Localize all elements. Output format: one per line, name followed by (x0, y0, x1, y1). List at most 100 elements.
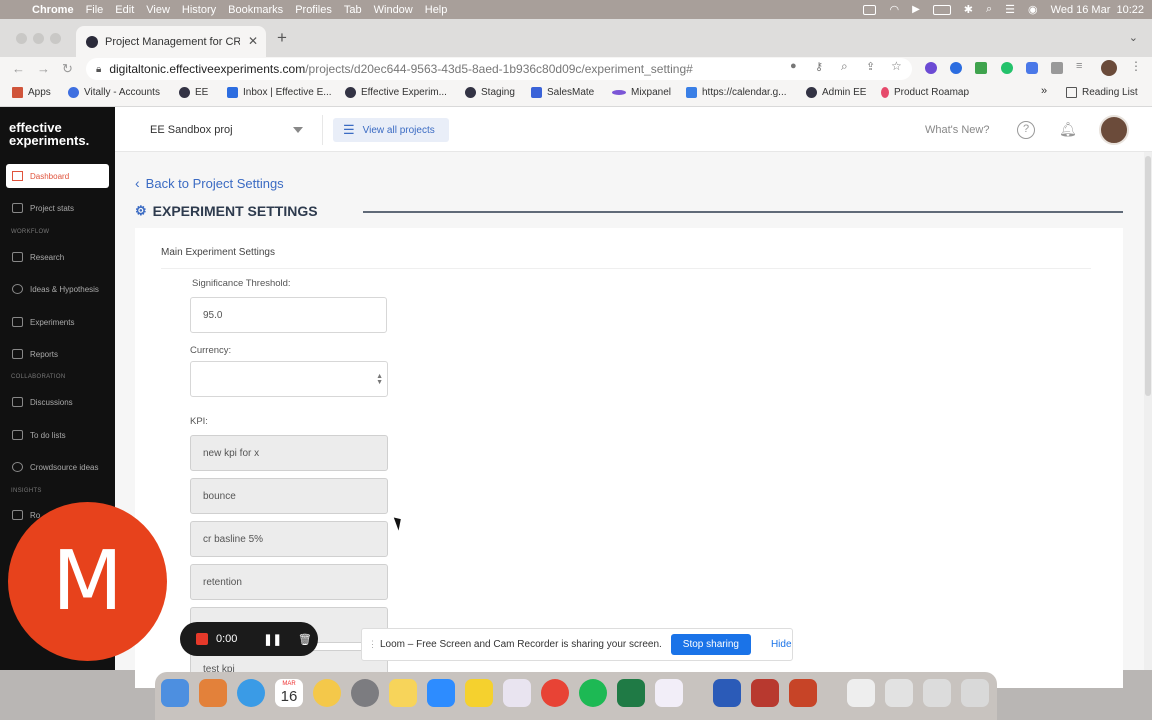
bell-icon[interactable]: 🔔︎ (1059, 121, 1077, 139)
bookmark-staging[interactable]: Staging (465, 87, 515, 98)
photos-icon[interactable] (313, 679, 341, 707)
wifi-icon[interactable]: ◠ (889, 3, 899, 16)
screen-record-icon[interactable] (863, 4, 877, 15)
sidebar-item-crowdsource[interactable]: Crowdsource ideas (12, 462, 98, 472)
menu-window[interactable]: Window (374, 4, 413, 16)
battery-icon[interactable] (932, 4, 951, 15)
notes-icon[interactable] (389, 679, 417, 707)
spotlight-icon[interactable]: ⌕ (986, 3, 992, 16)
bookmark-product-roamap[interactable]: Product Roamap (881, 87, 969, 98)
bookmark-vitally[interactable]: Vitally - Accounts (68, 87, 160, 98)
miro-icon[interactable] (465, 679, 493, 707)
window-close-button[interactable] (16, 33, 27, 44)
siri-icon[interactable]: ◉ (1028, 3, 1038, 16)
stop-sharing-button[interactable]: Stop sharing (670, 634, 751, 655)
word-icon[interactable] (713, 679, 741, 707)
menu-history[interactable]: History (182, 4, 216, 16)
spotify-icon[interactable] (579, 679, 607, 707)
bookmark-admin-ee[interactable]: Admin EE (806, 87, 866, 98)
downloads-stack-icon[interactable] (923, 679, 951, 707)
user-avatar[interactable] (1099, 115, 1129, 145)
extension-icon-2[interactable] (950, 62, 962, 74)
tab-search-chevron-icon[interactable]: ⌄ (1129, 31, 1138, 44)
launchpad-icon[interactable] (199, 679, 227, 707)
bookmark-apps[interactable]: Apps (12, 87, 51, 98)
forward-arrow-icon[interactable]: → (37, 61, 50, 76)
reload-icon[interactable]: ↻ (62, 61, 73, 77)
browser-tab-active[interactable]: Project Management for CRO ✕ (76, 26, 266, 57)
menu-view[interactable]: View (146, 4, 170, 16)
tab-close-icon[interactable]: ✕ (248, 34, 258, 48)
menu-profiles[interactable]: Profiles (295, 4, 332, 16)
help-icon[interactable]: ? (1017, 121, 1035, 139)
sidebar-item-dashboard[interactable]: Dashboard (6, 164, 109, 188)
reading-list-button[interactable]: Reading List (1066, 87, 1138, 98)
bookmark-ee[interactable]: EE (179, 87, 208, 98)
trash-icon[interactable] (961, 679, 989, 707)
extension-icon-5[interactable] (1026, 62, 1038, 74)
view-all-projects-button[interactable]: ☰ View all projects (333, 118, 449, 142)
powerpoint-icon[interactable] (789, 679, 817, 707)
trash-icon[interactable]: 🗑︎ (298, 633, 312, 646)
microphone-icon[interactable]: ● (790, 60, 802, 72)
bookmark-calendar[interactable]: https://calendar.g... (686, 87, 787, 98)
calendar-icon[interactable]: MAR 16 (275, 679, 303, 707)
back-to-project-settings-link[interactable]: ‹ Back to Project Settings (135, 175, 284, 191)
drag-handle-icon[interactable]: ⋮ (368, 639, 377, 650)
clickup-icon[interactable] (655, 679, 683, 707)
new-tab-icon[interactable]: + (277, 28, 287, 48)
sidebar-item-project-stats[interactable]: Project stats (12, 203, 74, 213)
window-zoom-button[interactable] (50, 33, 61, 44)
menu-chrome[interactable]: Chrome (32, 4, 74, 16)
reading-mode-icon[interactable]: ≡ (1076, 60, 1088, 72)
address-bar[interactable]: 🔒︎ digitaltonic.effectiveexperiments.com… (86, 58, 912, 80)
menu-edit[interactable]: Edit (115, 4, 134, 16)
kpi-item[interactable]: new kpi for x (190, 435, 388, 471)
screenshot-file-icon[interactable] (885, 679, 913, 707)
menu-tab[interactable]: Tab (344, 4, 362, 16)
dictionary-icon[interactable] (751, 679, 779, 707)
bookmarks-more-button[interactable]: » (1041, 85, 1047, 97)
extension-icon-3[interactable] (975, 62, 987, 74)
zoom-icon[interactable]: ⌕ (841, 59, 853, 73)
menubar-clock[interactable]: Wed 16 Mar 10:22 (1051, 4, 1144, 16)
sidebar-item-ideas[interactable]: Ideas & Hypothesis (12, 284, 99, 294)
share-icon[interactable]: ⇪ (866, 60, 878, 73)
sidebar-item-ro[interactable]: Ro (12, 510, 40, 520)
control-center-icon[interactable]: ☰ (1005, 3, 1015, 16)
system-preferences-icon[interactable] (351, 679, 379, 707)
project-select[interactable]: EE Sandbox proj (115, 115, 323, 145)
sidebar-item-todo[interactable]: To do lists (12, 430, 66, 440)
sidebar-item-discussions[interactable]: Discussions (12, 397, 73, 407)
scrollbar-thumb[interactable] (1145, 156, 1151, 396)
safari-icon[interactable] (237, 679, 265, 707)
currency-select[interactable]: ▲ ▼ (190, 361, 388, 397)
finder-icon[interactable] (161, 679, 189, 707)
bookmark-mixpanel[interactable]: Mixpanel (612, 87, 671, 98)
chrome-icon[interactable] (541, 679, 569, 707)
extension-icon-1[interactable] (925, 62, 937, 74)
pdf-file-icon[interactable] (847, 679, 875, 707)
sidebar-item-research[interactable]: Research (12, 252, 64, 262)
slack-icon[interactable] (503, 679, 531, 707)
key-icon[interactable]: ⚷ (815, 60, 827, 73)
bookmark-inbox[interactable]: Inbox | Effective E... (227, 87, 332, 98)
kpi-item[interactable]: bounce (190, 478, 388, 514)
loom-camera-bubble[interactable]: M (8, 502, 167, 661)
bookmark-star-icon[interactable]: ☆ (891, 59, 903, 73)
bookmark-salesmate[interactable]: SalesMate (531, 87, 594, 98)
kpi-item[interactable]: retention (190, 564, 388, 600)
menu-bookmarks[interactable]: Bookmarks (228, 4, 283, 16)
sidebar-item-reports[interactable]: Reports (12, 349, 58, 359)
bluetooth-icon[interactable]: ✱ (964, 3, 973, 16)
back-arrow-icon[interactable]: ← (12, 61, 25, 76)
excel-icon[interactable] (617, 679, 645, 707)
kpi-item[interactable]: cr basline 5% (190, 521, 388, 557)
window-minimize-button[interactable] (33, 33, 44, 44)
media-icon[interactable]: ▶ (912, 4, 920, 15)
extension-icon-4[interactable] (1001, 62, 1013, 74)
whats-new-link[interactable]: What's New? (925, 124, 989, 136)
menu-file[interactable]: File (86, 4, 104, 16)
chrome-menu-icon[interactable]: ⋮ (1130, 59, 1142, 73)
stop-recording-icon[interactable] (196, 633, 208, 645)
